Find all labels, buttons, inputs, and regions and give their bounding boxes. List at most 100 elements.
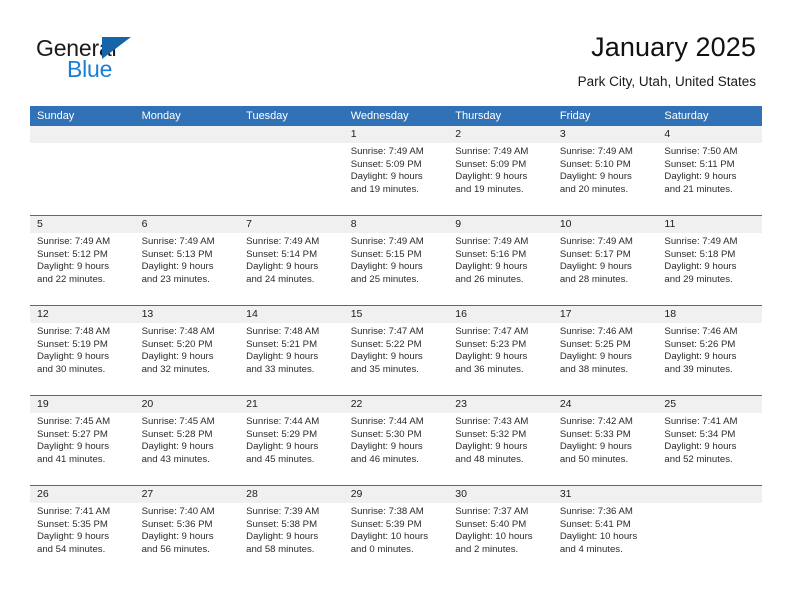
sunset-text: Sunset: 5:19 PM bbox=[37, 338, 108, 350]
day-cell[interactable]: 13 Sunrise: 7:48 AM Sunset: 5:20 PM Dayligh… bbox=[134, 306, 240, 395]
day-number: 22 bbox=[350, 398, 363, 410]
day-sun-info: Sunrise: 7:41 AM Sunset: 5:34 PM Daylight:… bbox=[657, 413, 762, 466]
day-number-band: 31 bbox=[552, 486, 658, 503]
day-sun-info: Sunrise: 7:49 AM Sunset: 5:14 PM Daylight:… bbox=[239, 233, 344, 286]
sunset-text: Sunset: 5:29 PM bbox=[246, 428, 318, 440]
day-cell[interactable]: 7 Sunrise: 7:49 AM Sunset: 5:14 PM Daylight… bbox=[239, 216, 344, 305]
day-sun-info: Sunrise: 7:48 AM Sunset: 5:19 PM Daylight:… bbox=[30, 323, 135, 376]
day-sun-info: Sunrise: 7:36 AM Sunset: 5:41 PM Daylight:… bbox=[553, 503, 658, 556]
day-number-band: 4 bbox=[657, 126, 762, 143]
day-number: 5 bbox=[37, 218, 43, 230]
sunrise-text: Sunrise: 7:44 AM bbox=[350, 416, 424, 427]
sunset-text: Sunset: 5:21 PM bbox=[246, 338, 318, 350]
day-cell[interactable]: 26 Sunrise: 7:41 AM Sunset: 5:35 PM Dayligh… bbox=[30, 486, 135, 575]
day-number-band: 17 bbox=[552, 306, 658, 323]
day-cell[interactable]: 23 Sunrise: 7:43 AM Sunset: 5:32 PM Dayligh… bbox=[448, 396, 553, 485]
day-cell[interactable]: 10 Sunrise: 7:49 AM Sunset: 5:17 PM Dayligh… bbox=[552, 216, 658, 305]
day-cell[interactable]: 31 Sunrise: 7:36 AM Sunset: 5:41 PM Dayligh… bbox=[552, 486, 658, 575]
day-cell[interactable]: 17 Sunrise: 7:46 AM Sunset: 5:25 PM Dayligh… bbox=[552, 306, 658, 395]
daylight-text-line1: Daylight: 9 hours bbox=[350, 441, 423, 453]
day-sun-info: Sunrise: 7:38 AM Sunset: 5:39 PM Daylight:… bbox=[344, 503, 449, 556]
sunset-text: Sunset: 5:12 PM bbox=[37, 248, 108, 260]
weekday-header-row: Sunday Monday Tuesday Wednesday Thursday… bbox=[30, 106, 762, 126]
sunrise-text: Sunrise: 7:47 AM bbox=[350, 326, 424, 337]
daylight-text-line1: Daylight: 9 hours bbox=[246, 441, 319, 453]
day-cell[interactable]: 20 Sunrise: 7:45 AM Sunset: 5:28 PM Dayligh… bbox=[134, 396, 240, 485]
sunrise-text: Sunrise: 7:45 AM bbox=[141, 416, 215, 427]
day-cell[interactable]: 9 Sunrise: 7:49 AM Sunset: 5:16 PM Daylight… bbox=[448, 216, 553, 305]
sunset-text: Sunset: 5:23 PM bbox=[455, 338, 527, 350]
day-number: 24 bbox=[559, 398, 572, 410]
daylight-text-line2: and 33 minutes. bbox=[246, 363, 315, 375]
day-cell[interactable]: 29 Sunrise: 7:38 AM Sunset: 5:39 PM Dayligh… bbox=[343, 486, 449, 575]
day-cell[interactable]: 30 Sunrise: 7:37 AM Sunset: 5:40 PM Dayligh… bbox=[448, 486, 553, 575]
day-cell[interactable]: 1 Sunrise: 7:49 AM Sunset: 5:09 PM Daylight… bbox=[343, 126, 449, 215]
sunrise-text: Sunrise: 7:49 AM bbox=[350, 236, 424, 247]
daylight-text-line2: and 43 minutes. bbox=[141, 453, 210, 465]
day-sun-info: Sunrise: 7:45 AM Sunset: 5:28 PM Daylight:… bbox=[135, 413, 240, 466]
day-cell[interactable]: 14 Sunrise: 7:48 AM Sunset: 5:21 PM Dayligh… bbox=[239, 306, 344, 395]
day-number: 3 bbox=[559, 128, 566, 140]
day-cell[interactable]: 25 Sunrise: 7:41 AM Sunset: 5:34 PM Dayligh… bbox=[657, 396, 762, 485]
sunrise-text: Sunrise: 7:47 AM bbox=[455, 326, 529, 337]
day-cell[interactable]: 3 Sunrise: 7:49 AM Sunset: 5:10 PM Daylight… bbox=[552, 126, 658, 215]
daylight-text-line1: Daylight: 9 hours bbox=[37, 441, 109, 453]
day-number: 7 bbox=[246, 218, 252, 230]
day-number-band: 20 bbox=[134, 396, 240, 413]
daylight-text-line2: and 45 minutes. bbox=[246, 453, 315, 465]
sunrise-text: Sunrise: 7:49 AM bbox=[246, 236, 320, 247]
daylight-text-line1: Daylight: 9 hours bbox=[559, 171, 632, 183]
day-cell[interactable]: 2 Sunrise: 7:49 AM Sunset: 5:09 PM Daylight… bbox=[448, 126, 553, 215]
daylight-text-line1: Daylight: 9 hours bbox=[37, 351, 109, 363]
daylight-text-line1: Daylight: 9 hours bbox=[37, 531, 109, 543]
daylight-text-line1: Daylight: 9 hours bbox=[559, 441, 632, 453]
day-cell[interactable]: 24 Sunrise: 7:42 AM Sunset: 5:33 PM Dayligh… bbox=[552, 396, 658, 485]
daylight-text-line1: Daylight: 9 hours bbox=[141, 261, 214, 273]
day-cell[interactable]: 22 Sunrise: 7:44 AM Sunset: 5:30 PM Dayligh… bbox=[343, 396, 449, 485]
day-number-band: 9 bbox=[448, 216, 553, 233]
day-sun-info: Sunrise: 7:47 AM Sunset: 5:23 PM Daylight:… bbox=[448, 323, 553, 376]
daylight-text-line1: Daylight: 9 hours bbox=[350, 261, 423, 273]
day-cell[interactable]: 28 Sunrise: 7:39 AM Sunset: 5:38 PM Dayligh… bbox=[239, 486, 344, 575]
day-cell[interactable]: 19 Sunrise: 7:45 AM Sunset: 5:27 PM Dayligh… bbox=[30, 396, 135, 485]
day-cell[interactable]: 16 Sunrise: 7:47 AM Sunset: 5:23 PM Dayligh… bbox=[448, 306, 553, 395]
sunrise-text: Sunrise: 7:41 AM bbox=[664, 416, 738, 427]
day-sun-info: Sunrise: 7:39 AM Sunset: 5:38 PM Daylight:… bbox=[239, 503, 344, 556]
sunrise-text: Sunrise: 7:49 AM bbox=[455, 146, 529, 157]
day-sun-info: Sunrise: 7:49 AM Sunset: 5:18 PM Daylight:… bbox=[657, 233, 762, 286]
daylight-text-line1: Daylight: 9 hours bbox=[664, 261, 737, 273]
day-sun-info: Sunrise: 7:37 AM Sunset: 5:40 PM Daylight:… bbox=[448, 503, 553, 556]
day-number: 31 bbox=[559, 488, 572, 500]
day-number-band bbox=[30, 126, 135, 143]
day-cell[interactable]: 21 Sunrise: 7:44 AM Sunset: 5:29 PM Dayligh… bbox=[239, 396, 344, 485]
sunrise-text: Sunrise: 7:37 AM bbox=[455, 506, 529, 517]
day-cell[interactable]: 12 Sunrise: 7:48 AM Sunset: 5:19 PM Dayligh… bbox=[30, 306, 135, 395]
day-number: 14 bbox=[246, 308, 258, 320]
day-cell[interactable]: 11 Sunrise: 7:49 AM Sunset: 5:18 PM Dayligh… bbox=[657, 216, 762, 305]
sunset-text: Sunset: 5:15 PM bbox=[350, 248, 422, 260]
sunset-text: Sunset: 5:38 PM bbox=[246, 518, 318, 530]
day-number: 15 bbox=[350, 308, 363, 320]
sunset-text: Sunset: 5:32 PM bbox=[455, 428, 527, 440]
calendar-grid: Sunday Monday Tuesday Wednesday Thursday… bbox=[30, 106, 762, 575]
daylight-text-line1: Daylight: 9 hours bbox=[455, 441, 528, 453]
sunset-text: Sunset: 5:28 PM bbox=[141, 428, 213, 440]
sunset-text: Sunset: 5:33 PM bbox=[559, 428, 631, 440]
day-sun-info: Sunrise: 7:50 AM Sunset: 5:11 PM Daylight:… bbox=[657, 143, 762, 196]
sunrise-text: Sunrise: 7:38 AM bbox=[350, 506, 424, 517]
page-header: General Blue January 2025 Park City, Uta… bbox=[0, 30, 792, 102]
day-cell[interactable]: 15 Sunrise: 7:47 AM Sunset: 5:22 PM Dayligh… bbox=[343, 306, 449, 395]
weekday-header-monday: Monday bbox=[141, 110, 181, 122]
day-number: 25 bbox=[664, 398, 677, 410]
day-cell[interactable]: 4 Sunrise: 7:50 AM Sunset: 5:11 PM Daylight… bbox=[657, 126, 762, 215]
sunset-text: Sunset: 5:35 PM bbox=[37, 518, 108, 530]
day-cell[interactable]: 27 Sunrise: 7:40 AM Sunset: 5:36 PM Dayligh… bbox=[134, 486, 240, 575]
day-cell[interactable]: 6 Sunrise: 7:49 AM Sunset: 5:13 PM Daylight… bbox=[134, 216, 240, 305]
weekday-header-sunday: Sunday bbox=[37, 110, 75, 122]
sunrise-text: Sunrise: 7:45 AM bbox=[37, 416, 111, 427]
day-cell[interactable]: 8 Sunrise: 7:49 AM Sunset: 5:15 PM Daylight… bbox=[343, 216, 449, 305]
day-cell[interactable]: 5 Sunrise: 7:49 AM Sunset: 5:12 PM Daylight… bbox=[30, 216, 135, 305]
weekday-header-tuesday: Tuesday bbox=[246, 110, 288, 122]
day-cell[interactable]: 18 Sunrise: 7:46 AM Sunset: 5:26 PM Dayligh… bbox=[657, 306, 762, 395]
day-number: 30 bbox=[455, 488, 467, 500]
